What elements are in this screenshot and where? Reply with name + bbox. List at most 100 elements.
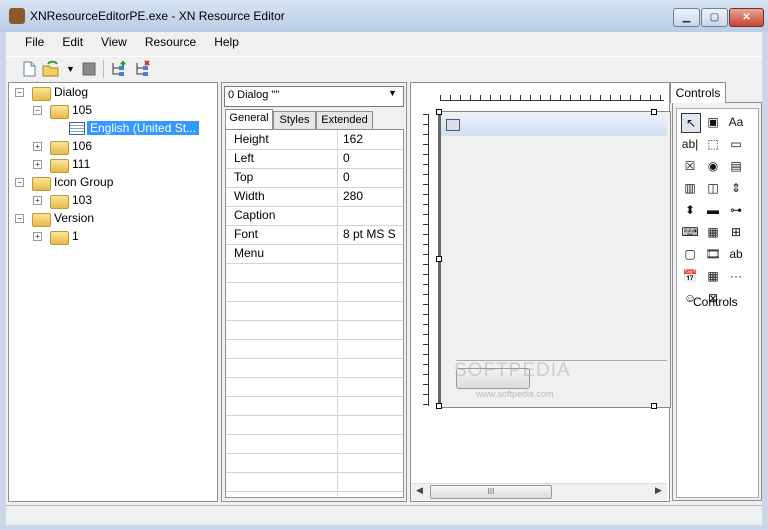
grid-column-divider[interactable]	[337, 130, 338, 496]
resize-handle[interactable]	[436, 256, 442, 262]
listbox-icon[interactable]: ▥	[681, 179, 699, 197]
property-row[interactable]: Left 0	[226, 149, 403, 169]
tree-item-103[interactable]: 103	[72, 191, 92, 209]
menu-resource[interactable]: Resource	[136, 32, 205, 52]
open-folder-icon	[42, 60, 59, 77]
date-icon[interactable]: ▦	[704, 223, 722, 241]
animate-icon[interactable]: 🎞	[704, 245, 722, 263]
tree-item-dialog[interactable]: Dialog	[54, 83, 88, 101]
delete-resource-button[interactable]	[134, 60, 152, 78]
collapse-icon[interactable]: −	[33, 106, 42, 115]
property-value[interactable]: 162	[343, 132, 363, 146]
property-value[interactable]: 280	[343, 189, 363, 203]
tree-item-icon-group[interactable]: Icon Group	[54, 173, 113, 191]
checkbox-icon[interactable]: ☒	[681, 157, 699, 175]
status-bar	[6, 505, 762, 525]
resize-handle[interactable]	[436, 403, 442, 409]
grid-icon[interactable]: ▦	[704, 267, 722, 285]
close-icon: ✕	[742, 12, 751, 23]
open-dropdown-icon[interactable]: ▼	[66, 64, 75, 74]
property-row[interactable]: Height 162	[226, 130, 403, 150]
window-title: XNResourceEditorPE.exe - XN Resource Edi…	[30, 9, 285, 23]
property-row[interactable]: Top 0	[226, 168, 403, 188]
static-text-icon[interactable]: Aa	[727, 113, 745, 131]
dialog-window-icon	[446, 119, 460, 131]
expand-icon[interactable]: +	[33, 232, 42, 241]
scroll-left-icon[interactable]: ◀	[416, 485, 423, 496]
property-value[interactable]: 0	[343, 170, 350, 184]
expand-icon[interactable]: +	[33, 142, 42, 151]
edit-icon[interactable]: ab|	[681, 135, 699, 153]
group-box-icon[interactable]: ⬚	[704, 135, 722, 153]
resize-handle[interactable]	[651, 403, 657, 409]
tree-item-version[interactable]: Version	[54, 209, 94, 227]
empty-row	[226, 377, 403, 397]
menu-view[interactable]: View	[92, 32, 136, 52]
spin-icon[interactable]: ⬍	[681, 201, 699, 219]
vscroll-icon[interactable]: ⇕	[727, 179, 745, 197]
tree-item-111[interactable]: 111	[72, 155, 90, 173]
property-value[interactable]: 0	[343, 151, 350, 165]
hscroll-icon[interactable]: ◫	[704, 179, 722, 197]
rich-edit-icon[interactable]: ab	[727, 245, 745, 263]
close-button[interactable]: ✕	[729, 8, 764, 27]
empty-row	[226, 453, 403, 473]
minimize-button[interactable]: ▁	[673, 8, 700, 27]
picture-icon[interactable]: ▣	[704, 113, 722, 131]
empty-row	[226, 358, 403, 378]
pointer-icon[interactable]: ↖	[681, 113, 701, 133]
calendar-icon[interactable]: 📅	[681, 267, 699, 285]
progress-icon[interactable]: ▬	[704, 201, 722, 219]
property-row[interactable]: Menu	[226, 244, 403, 264]
property-value[interactable]: 8 pt MS S	[343, 227, 396, 241]
collapse-icon[interactable]: −	[15, 214, 24, 223]
resize-handle[interactable]	[436, 109, 442, 115]
tab-icon[interactable]: ▢	[681, 245, 699, 263]
menu-file[interactable]: File	[6, 32, 53, 52]
horizontal-ruler	[440, 88, 664, 101]
empty-row	[226, 301, 403, 321]
new-file-button[interactable]	[20, 60, 38, 78]
tree-item-1[interactable]: 1	[72, 227, 79, 245]
tree-icon[interactable]: ⊞	[727, 223, 745, 241]
scroll-right-icon[interactable]: ▶	[655, 485, 662, 496]
property-grid[interactable]: Height 162 Left 0 Top 0 Width 280 Caption Fo…	[225, 129, 404, 498]
expand-icon[interactable]: +	[33, 160, 42, 169]
vertical-ruler	[416, 114, 429, 406]
scrollbar-thumb[interactable]: III	[430, 485, 552, 499]
property-name: Height	[234, 132, 269, 146]
folder-icon	[50, 159, 69, 173]
menu-edit[interactable]: Edit	[53, 32, 92, 52]
menu-help[interactable]: Help	[205, 32, 248, 52]
collapse-icon[interactable]: −	[15, 178, 24, 187]
add-resource-button[interactable]	[110, 60, 128, 78]
toolbar-separator	[103, 60, 104, 78]
collapse-icon[interactable]: −	[15, 88, 24, 97]
hotkey-icon[interactable]: ⌨	[681, 223, 699, 241]
expand-icon[interactable]: +	[33, 196, 42, 205]
empty-row	[226, 263, 403, 283]
tab-extended[interactable]: Extended	[316, 111, 373, 129]
ip-icon[interactable]: ···	[727, 267, 745, 285]
tab-general[interactable]: General	[225, 109, 273, 130]
tab-controls[interactable]: Controls	[670, 82, 726, 103]
property-row[interactable]: Caption	[226, 206, 403, 226]
tree-item-105[interactable]: 105	[72, 101, 92, 119]
slider-icon[interactable]: ⊶	[727, 201, 745, 219]
chevron-down-icon[interactable]: ▼	[388, 88, 397, 98]
radio-icon[interactable]: ◉	[704, 157, 722, 175]
property-row[interactable]: Font 8 pt MS S	[226, 225, 403, 245]
property-name: Width	[234, 189, 265, 203]
stop-button[interactable]	[80, 60, 98, 78]
tree-item-106[interactable]: 106	[72, 137, 92, 155]
maximize-icon: ▢	[709, 12, 720, 23]
button-icon[interactable]: ▭	[727, 135, 745, 153]
open-button[interactable]	[42, 60, 60, 78]
property-row[interactable]: Width 280	[226, 187, 403, 207]
maximize-button[interactable]: ▢	[701, 8, 728, 27]
tree-item-english[interactable]: English (United St...	[87, 119, 200, 137]
tab-styles[interactable]: Styles	[273, 111, 316, 129]
combobox-icon[interactable]: ▤	[727, 157, 745, 175]
folder-open-icon	[32, 213, 51, 227]
resize-handle[interactable]	[651, 109, 657, 115]
